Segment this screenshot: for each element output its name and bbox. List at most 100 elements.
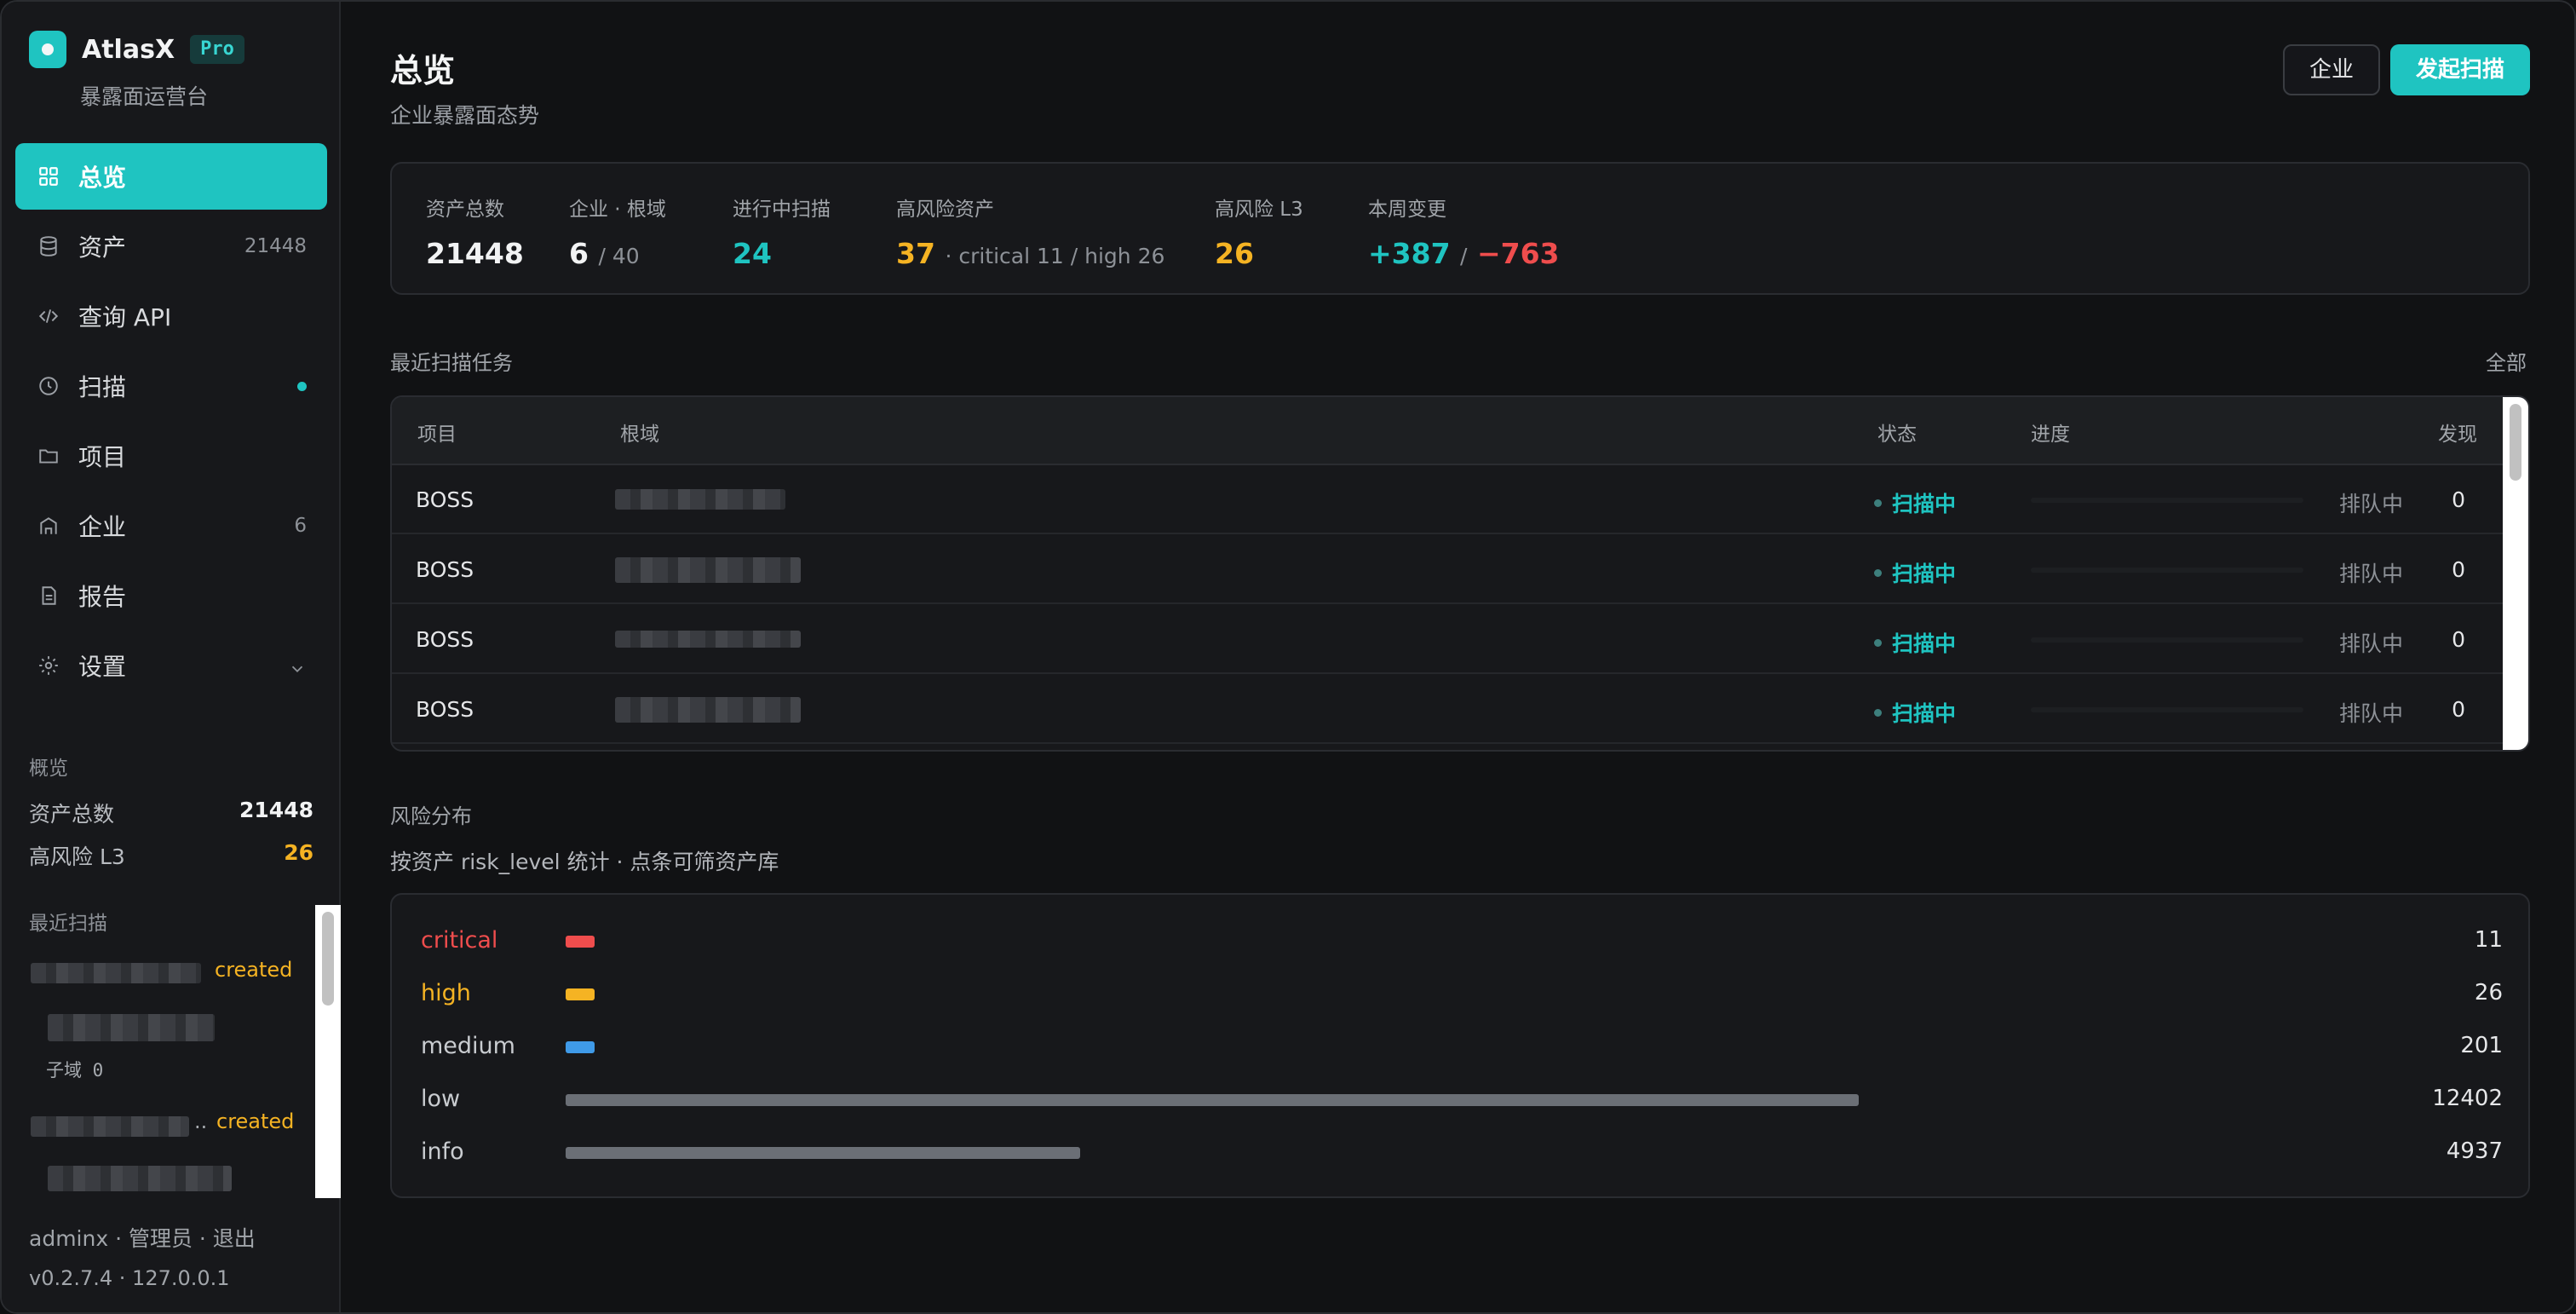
stat-label: 企业 · 根域: [569, 199, 666, 221]
main-content: 总览 企业暴露面态势 企业 发起扫描 资产总数 21448 企业 · 根域 6 …: [342, 2, 2574, 1312]
table-header: 项目 根域 状态 进度 发现: [392, 397, 2504, 465]
risk-row-high[interactable]: high 26: [421, 977, 2503, 1011]
stat-high-risk-assets: 高风险资产 37 · critical 11 / high 26: [896, 193, 1164, 270]
risk-row-critical[interactable]: critical 11: [421, 924, 2503, 958]
table-row[interactable]: BOSS 扫描中 排队中 0: [392, 465, 2504, 534]
stat-value: 21448: [239, 798, 313, 822]
risk-count: 11: [2474, 927, 2503, 953]
column-header[interactable]: 状态: [1877, 418, 1917, 447]
redacted-domain: [615, 557, 801, 583]
table-row[interactable]: BOSS 扫描中 排队中 0: [392, 535, 2504, 604]
risk-count: 201: [2460, 1033, 2503, 1058]
sidebar-item-reports[interactable]: 报告: [15, 562, 327, 629]
start-scan-button[interactable]: 发起扫描: [2390, 44, 2530, 95]
version-line: v0.2.7.4 · 127.0.0.1: [29, 1266, 230, 1290]
cell-progress: 排队中: [2339, 631, 2404, 656]
risk-bar[interactable]: [566, 988, 595, 1000]
risk-count: 26: [2474, 980, 2503, 1006]
clock-icon: [36, 373, 61, 399]
stat-value: 24: [733, 237, 772, 270]
stat-value: 26: [284, 840, 313, 865]
column-header[interactable]: 项目: [417, 418, 457, 447]
stats-card: 资产总数 21448 企业 · 根域 6 / 40 进行中扫描 24 高风险资产…: [390, 162, 2530, 295]
stat-value: 6: [569, 237, 589, 270]
weekly-added: +387: [1368, 237, 1451, 270]
column-header[interactable]: 根域: [620, 418, 659, 447]
risk-distribution-card: critical 11 high 26 medium 201 low 12402 info 493…: [390, 893, 2530, 1198]
sidebar-item-projects[interactable]: 项目: [15, 423, 327, 489]
risk-row-low[interactable]: low 12402: [421, 1082, 2503, 1116]
sidebar-item-scan[interactable]: 扫描: [15, 353, 327, 419]
view-all-link[interactable]: 全部: [2486, 346, 2527, 376]
stat-weekly-change: 本周变更 +387 / −763: [1368, 193, 1560, 270]
risk-bar[interactable]: [566, 1147, 1080, 1159]
stat-label: 进行中扫描: [733, 199, 831, 221]
sidebar-item-label: 总览: [78, 164, 127, 192]
scrollbar-thumb[interactable]: [2510, 404, 2521, 481]
stat-total-assets: 资产总数 21448: [426, 193, 524, 270]
enterprise-count: 6: [294, 515, 307, 537]
status-dot: [1874, 638, 1882, 647]
stat-value: 21448: [426, 237, 524, 270]
column-header[interactable]: 发现: [2438, 418, 2477, 447]
status-text: 扫描中: [1892, 492, 1957, 516]
recent-scan-status: created: [216, 1109, 295, 1133]
sidebar-item-label: 项目: [78, 443, 127, 471]
risk-row-medium[interactable]: medium 201: [421, 1029, 2503, 1063]
cell-found: 0: [2452, 627, 2465, 652]
sidebar-item-overview[interactable]: 总览: [15, 143, 327, 210]
progress-bar: [2031, 568, 2303, 573]
recent-tasks-table: 项目 根域 状态 进度 发现 BOSS 扫描中 排队中 0 BOSS 扫描中 排…: [390, 395, 2530, 752]
stat-suffix: · critical 11 / high 26: [945, 244, 1165, 268]
sidebar-item-enterprise[interactable]: 企业 6: [15, 493, 327, 559]
stat-separator: /: [1460, 244, 1468, 268]
risk-row-info[interactable]: info 4937: [421, 1135, 2503, 1169]
cell-progress: 排队中: [2339, 562, 2404, 586]
sidebar: AtlasX Pro 暴露面运营台 总览 资产 21448 查询 API 扫描 …: [2, 2, 341, 1312]
risk-title: 风险分布: [390, 804, 472, 828]
chevron-down-icon[interactable]: [288, 656, 307, 675]
enterprise-button[interactable]: 企业: [2283, 44, 2380, 95]
sidebar-overview-title: 概览: [29, 758, 68, 780]
recent-scans-scrollbar[interactable]: [315, 905, 341, 1198]
app-window: AtlasX Pro 暴露面运营台 总览 资产 21448 查询 API 扫描 …: [0, 0, 2576, 1314]
table-row[interactable]: BOSS 扫描中 排队中 0: [392, 675, 2504, 744]
progress-bar: [2031, 637, 2303, 643]
risk-level-label: critical: [421, 927, 498, 954]
sidebar-item-label: 设置: [78, 653, 127, 681]
stat-label: 高风险 L3: [1215, 199, 1303, 221]
table-scrollbar[interactable]: [2503, 397, 2528, 750]
risk-subtitle: 按资产 risk_level 统计 · 点条可筛资产库: [390, 850, 779, 874]
building-icon: [36, 513, 61, 539]
sidebar-item-query-api[interactable]: 查询 API: [15, 283, 327, 349]
status-text: 扫描中: [1892, 701, 1957, 726]
truncation-ellipsis: ..: [194, 1109, 208, 1133]
user-line[interactable]: adminx · 管理员 · 退出: [29, 1222, 256, 1253]
stat-value-row: +387 / −763: [1368, 237, 1560, 270]
cell-found: 0: [2452, 487, 2465, 512]
sidebar-item-settings[interactable]: 设置: [15, 632, 327, 699]
cell-found: 0: [2452, 557, 2465, 582]
sidebar-item-assets[interactable]: 资产 21448: [15, 213, 327, 280]
grid-icon: [36, 164, 61, 189]
scrollbar-thumb[interactable]: [322, 912, 334, 1006]
stat-suffix: / 40: [598, 244, 640, 268]
brand[interactable]: AtlasX Pro: [29, 31, 244, 68]
gear-icon: [36, 653, 61, 678]
risk-level-label: info: [421, 1138, 464, 1165]
risk-bar[interactable]: [566, 1094, 1859, 1106]
risk-bar[interactable]: [566, 1041, 595, 1053]
status-dot: [1874, 499, 1882, 507]
cell-status: 扫描中: [1874, 557, 1956, 588]
page-title: 总览: [390, 52, 456, 89]
redacted-domain: [615, 489, 785, 510]
weekly-removed: −763: [1476, 237, 1560, 270]
folder-icon: [36, 443, 61, 469]
sidebar-assets-stat: 资产总数 21448: [29, 798, 313, 828]
risk-bar[interactable]: [566, 936, 595, 948]
sidebar-item-label: 报告: [78, 583, 127, 611]
recent-scan-subdomains: 子域 0: [46, 1060, 104, 1081]
column-header[interactable]: 进度: [2031, 418, 2070, 447]
table-row[interactable]: BOSS 扫描中 排队中 0: [392, 605, 2504, 674]
cell-found: 0: [2452, 697, 2465, 722]
